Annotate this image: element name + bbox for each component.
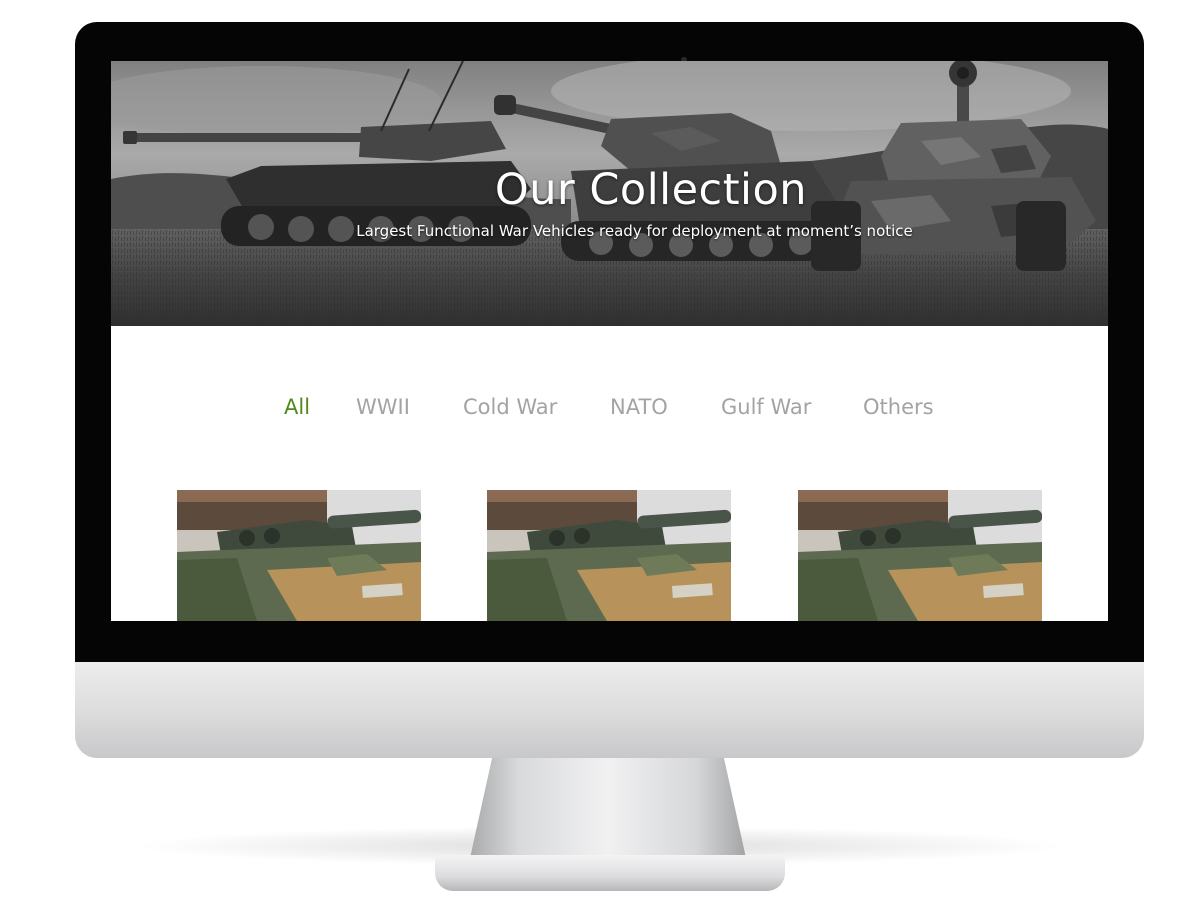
filter-wwii[interactable]: WWII bbox=[356, 395, 410, 419]
hero-title: Our Collection bbox=[494, 165, 808, 215]
monitor-chin bbox=[75, 658, 1144, 758]
filter-gulf-war[interactable]: Gulf War bbox=[721, 395, 811, 419]
tank-photo-image bbox=[798, 490, 1042, 621]
monitor-stand bbox=[470, 758, 746, 858]
desktop-mockup: Our Collection Largest Functional War Ve… bbox=[0, 0, 1200, 900]
website-screen: Our Collection Largest Functional War Ve… bbox=[111, 61, 1108, 621]
monitor-stand-base bbox=[435, 855, 785, 891]
collection-gallery bbox=[111, 490, 1108, 621]
filter-nato[interactable]: NATO bbox=[610, 395, 668, 419]
filter-others[interactable]: Others bbox=[863, 395, 934, 419]
category-filter-nav: All WWII Cold War NATO Gulf War Others bbox=[111, 395, 1108, 425]
tank-photo-image bbox=[177, 490, 421, 621]
filter-cold-war[interactable]: Cold War bbox=[463, 395, 557, 419]
filter-all[interactable]: All bbox=[284, 395, 310, 419]
tank-photo-image bbox=[487, 490, 731, 621]
hero-subtitle: Largest Functional War Vehicles ready fo… bbox=[356, 222, 913, 240]
gallery-item[interactable] bbox=[798, 490, 1042, 621]
hero-banner: Our Collection Largest Functional War Ve… bbox=[111, 61, 1108, 326]
gallery-item[interactable] bbox=[177, 490, 421, 621]
gallery-item[interactable] bbox=[487, 490, 731, 621]
